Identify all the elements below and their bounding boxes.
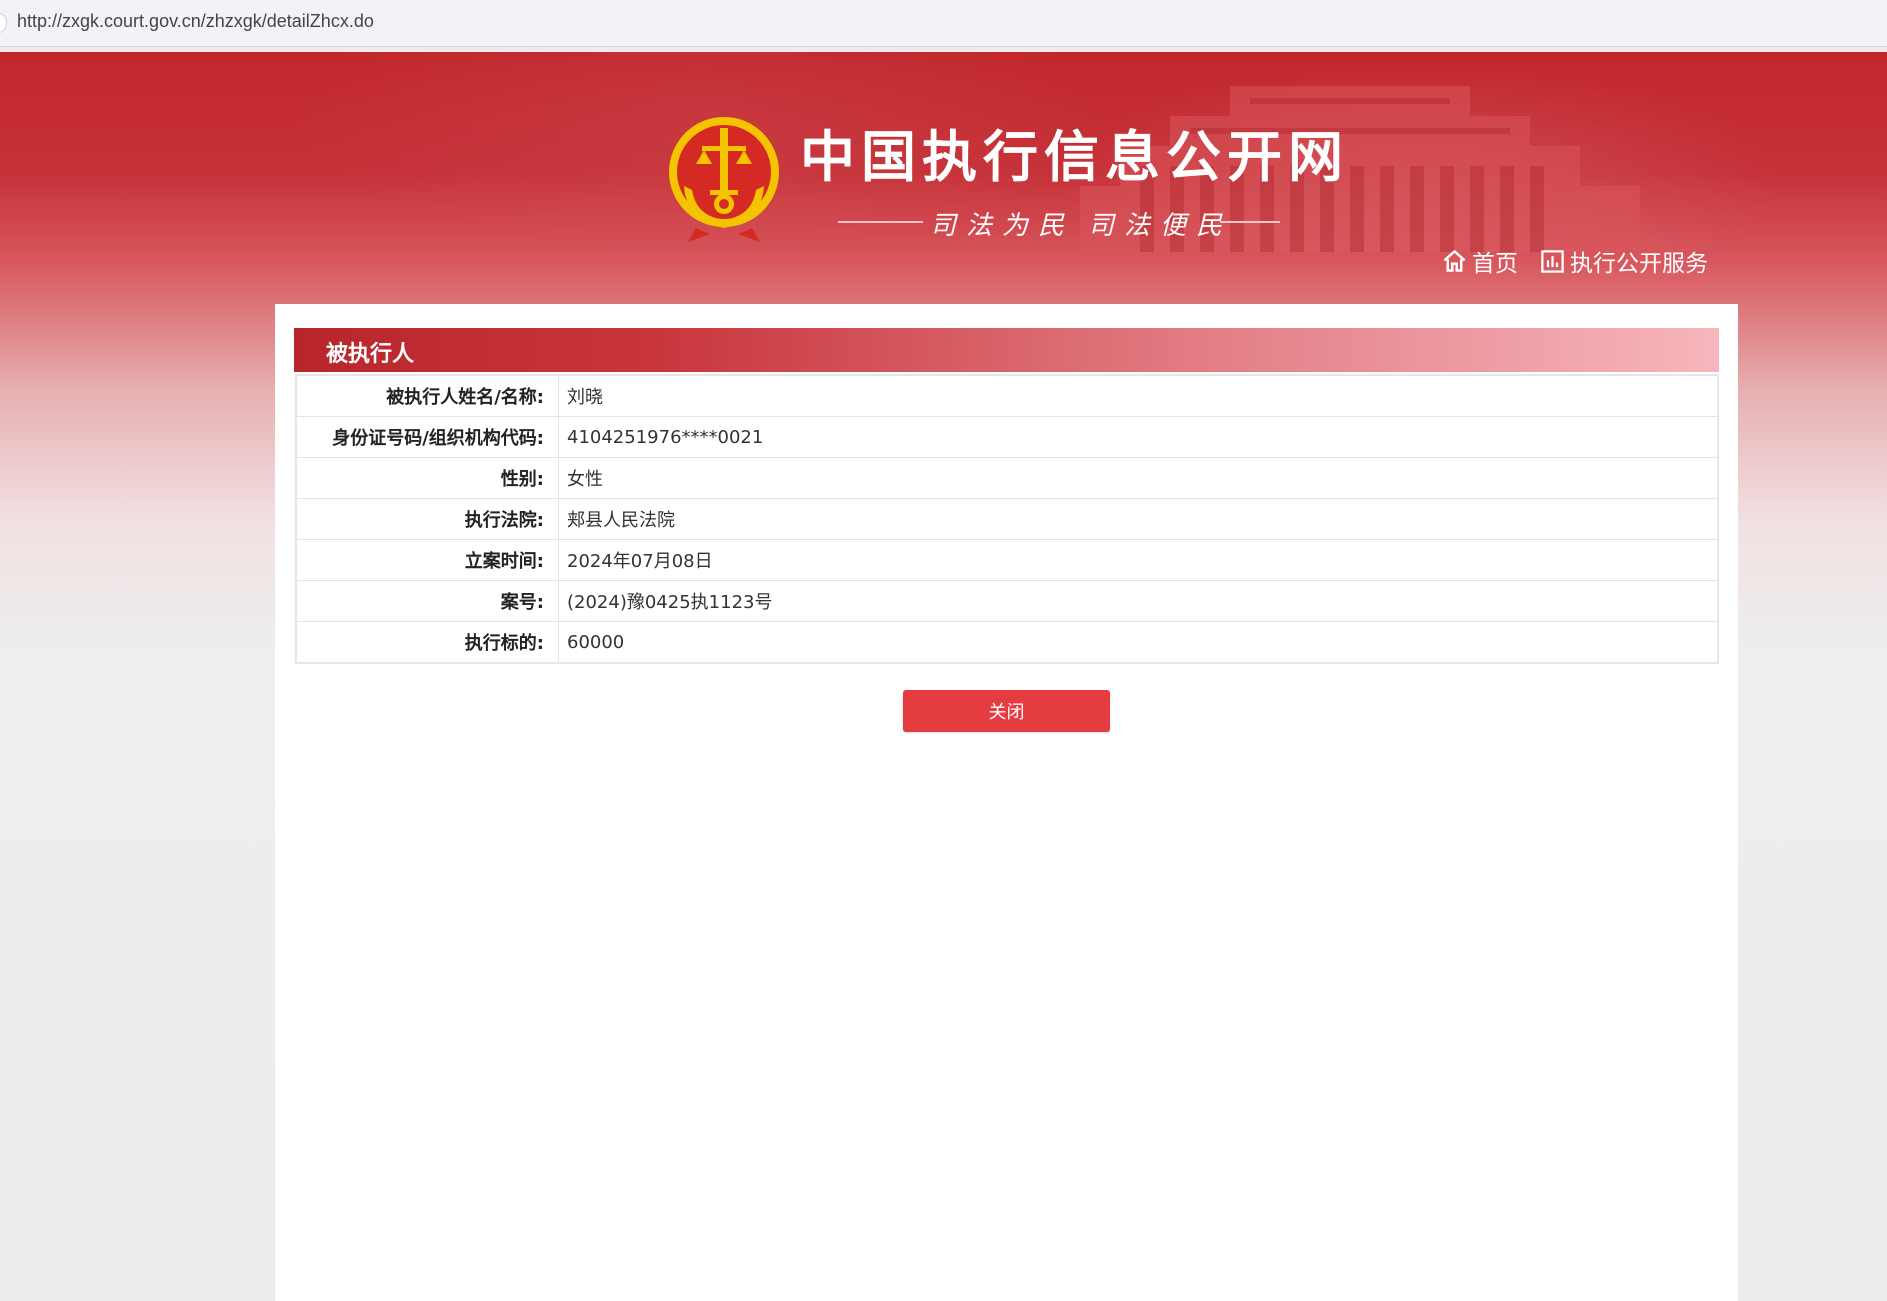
- section-header: 被执行人: [294, 328, 1719, 372]
- slogan-left: 司法为民: [930, 211, 1075, 241]
- nav-home[interactable]: 首页: [1441, 244, 1518, 278]
- close-button[interactable]: 关闭: [903, 690, 1110, 732]
- table-row: 性别: 女性: [295, 457, 1719, 499]
- field-label: 被执行人姓名/名称:: [295, 374, 559, 417]
- slogan-right: 司法便民: [1088, 211, 1233, 241]
- nav-public-service-label: 执行公开服务: [1570, 251, 1708, 277]
- page-body: 中国执行信息公开网 司法为民 司法便民 首页 执行公开服务 被执行人 被执行人姓…: [0, 52, 1887, 1301]
- table-row: 立案时间: 2024年07月08日: [295, 539, 1719, 581]
- table-row: 被执行人姓名/名称: 刘晓: [295, 374, 1719, 417]
- field-label: 执行标的:: [295, 621, 559, 664]
- court-emblem-logo: [669, 117, 779, 242]
- table-row: 执行标的: 60000: [295, 621, 1719, 664]
- field-label: 案号:: [295, 580, 559, 622]
- address-url[interactable]: http://zxgk.court.gov.cn/zhzxgk/detailZh…: [17, 11, 374, 32]
- field-label: 身份证号码/组织机构代码:: [295, 416, 559, 458]
- nav-home-label: 首页: [1472, 251, 1518, 277]
- section-title: 被执行人: [326, 342, 415, 367]
- table-row: 案号: (2024)豫0425执1123号: [295, 580, 1719, 622]
- field-label: 执行法院:: [295, 498, 559, 540]
- field-label: 性别:: [295, 457, 559, 499]
- field-value: 郏县人民法院: [558, 498, 1719, 540]
- detail-table: 被执行人姓名/名称: 刘晓 身份证号码/组织机构代码: 4104251976**…: [295, 374, 1719, 664]
- address-bar[interactable]: http://zxgk.court.gov.cn/zhzxgk/detailZh…: [0, 0, 1887, 47]
- field-value: 60000: [558, 621, 1719, 664]
- nav-public-service[interactable]: 执行公开服务: [1539, 244, 1708, 278]
- field-value: (2024)豫0425执1123号: [558, 580, 1719, 622]
- chart-icon: [1541, 249, 1564, 273]
- field-value: 4104251976****0021: [558, 416, 1719, 458]
- field-value: 2024年07月08日: [558, 539, 1719, 581]
- site-title: 中国执行信息公开网: [800, 125, 1350, 189]
- field-label: 立案时间:: [295, 539, 559, 581]
- field-value: 女性: [558, 457, 1719, 499]
- table-row: 身份证号码/组织机构代码: 4104251976****0021: [295, 416, 1719, 458]
- home-icon: [1443, 249, 1466, 272]
- detail-panel: 被执行人 被执行人姓名/名称: 刘晓 身份证号码/组织机构代码: 4104251…: [275, 304, 1738, 1301]
- field-value: 刘晓: [558, 374, 1719, 417]
- table-row: 执行法院: 郏县人民法院: [295, 498, 1719, 540]
- site-info-icon[interactable]: [0, 13, 7, 33]
